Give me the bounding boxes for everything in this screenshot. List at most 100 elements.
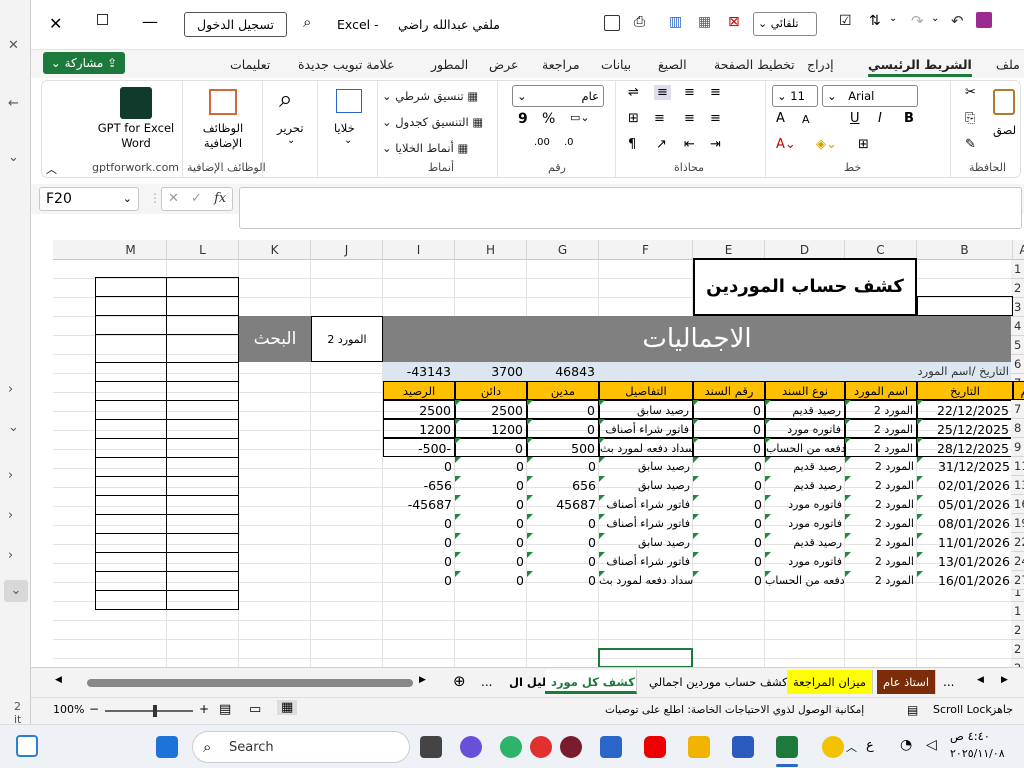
table-cell[interactable]: 31/12/2025: [917, 457, 1013, 476]
font-color-icon[interactable]: A⌄: [776, 137, 796, 152]
text-direction-icon[interactable]: ¶: [628, 137, 636, 152]
tab-insert[interactable]: إدراج: [807, 57, 834, 72]
row-header[interactable]: 22: [1011, 533, 1024, 552]
wifi-icon[interactable]: ◔: [900, 737, 912, 753]
table-cell[interactable]: 0: [693, 514, 765, 533]
undo-icon[interactable]: ↶: [951, 12, 964, 30]
column-header[interactable]: E: [693, 240, 765, 260]
clear-icon[interactable]: ⊠: [728, 14, 740, 30]
editing-label[interactable]: تحرير: [277, 121, 304, 135]
search-icon[interactable]: ⌕: [279, 85, 292, 113]
scroll-left-icon[interactable]: ◀: [55, 675, 62, 685]
table-cell[interactable]: 16/01/2026: [917, 571, 1013, 590]
table-cell[interactable]: 0: [527, 571, 599, 590]
side-table-cell[interactable]: [166, 476, 239, 496]
chevron-right-icon[interactable]: ›: [8, 508, 13, 523]
tab-sheet-trial-balance[interactable]: ميزان المراجعة: [787, 670, 873, 694]
side-table-cell[interactable]: [95, 277, 167, 297]
fx-icon[interactable]: fx: [214, 191, 226, 206]
edge-icon[interactable]: [500, 736, 522, 758]
side-table-cell[interactable]: [166, 457, 239, 477]
table-cell[interactable]: المورد 2: [845, 514, 917, 533]
table-cell[interactable]: 11/01/2026: [917, 533, 1013, 552]
table-cell[interactable]: المورد 2: [845, 438, 917, 457]
number-format-select[interactable]: ⌄ عام: [512, 85, 604, 107]
copy-icon[interactable]: ⎘: [965, 111, 975, 126]
add-sheet-icon[interactable]: ⊕: [453, 672, 466, 690]
table-cell[interactable]: 0: [527, 457, 599, 476]
align-left-icon[interactable]: ≡: [710, 85, 721, 100]
table-cell[interactable]: المورد 2: [845, 533, 917, 552]
column-header[interactable]: K: [239, 240, 311, 260]
font-name-select[interactable]: ⌄ Arial: [822, 85, 918, 107]
column-header[interactable]: L: [167, 240, 239, 260]
accessibility-status[interactable]: إمكانية الوصول لذوي الاحتياجات الخاصة: ا…: [605, 704, 864, 716]
chevron-down-icon[interactable]: ⌄: [4, 580, 28, 602]
table-cell[interactable]: فاتوره مورد: [765, 495, 845, 514]
chevron-down-icon[interactable]: ⌄: [8, 420, 19, 435]
table-cell[interactable]: 0: [527, 533, 599, 552]
column-header[interactable]: A: [1013, 240, 1024, 260]
table-cell[interactable]: دفعه من الحساب: [765, 571, 845, 590]
format-as-table-button[interactable]: ⌄ التنسيق كجدول ▦: [382, 115, 483, 129]
table-cell[interactable]: فاتوره مورد: [765, 552, 845, 571]
taskbar-search[interactable]: ⌕ Search: [192, 731, 410, 763]
table-cell[interactable]: 656: [527, 476, 599, 495]
chart-icon[interactable]: ▥: [669, 14, 682, 30]
side-table-cell[interactable]: [166, 315, 239, 363]
side-table-cell[interactable]: [166, 381, 239, 401]
chat-icon[interactable]: [460, 736, 482, 758]
minimize-icon[interactable]: —: [142, 12, 158, 31]
table-cell[interactable]: دفعه من الحساب: [765, 438, 845, 457]
table-cell[interactable]: 13/01/2026: [917, 552, 1013, 571]
table-cell[interactable]: فاتور شراء أصناف: [599, 419, 693, 438]
zoom-level[interactable]: 100%: [53, 703, 84, 716]
word-icon[interactable]: [732, 736, 754, 758]
font-grow-button[interactable]: A: [776, 111, 785, 126]
window-icon[interactable]: [604, 15, 620, 31]
gpt-button-label[interactable]: GPT for Excel Word: [90, 121, 182, 151]
table-icon[interactable]: ▦: [698, 14, 711, 30]
side-table-cell[interactable]: [95, 315, 167, 363]
table-cell[interactable]: 0: [455, 438, 527, 457]
clock-date[interactable]: ٢٠٢٥/١١/٠٨: [950, 747, 1005, 760]
table-cell[interactable]: 0: [455, 552, 527, 571]
column-header[interactable]: F: [599, 240, 693, 260]
table-cell[interactable]: فاتوره مورد: [765, 514, 845, 533]
side-table-cell[interactable]: [95, 495, 167, 515]
cells-icon[interactable]: [336, 89, 362, 113]
chevron-down-icon[interactable]: ⌄: [931, 13, 939, 24]
table-cell[interactable]: 0: [527, 419, 599, 438]
file-explorer-icon[interactable]: [688, 736, 710, 758]
page-break-view-icon[interactable]: ▤: [219, 702, 231, 717]
wrap-text-icon[interactable]: ⇌: [628, 85, 639, 100]
next-sheet-icon[interactable]: ▶: [1001, 675, 1008, 685]
row-header[interactable]: 2: [1011, 640, 1024, 659]
table-cell[interactable]: 0: [693, 571, 765, 590]
tab-view[interactable]: عرض: [489, 57, 518, 72]
table-cell[interactable]: 500: [527, 438, 599, 457]
side-table-cell[interactable]: [95, 419, 167, 439]
youtube-icon[interactable]: [644, 736, 666, 758]
chrome-icon[interactable]: [530, 736, 552, 758]
table-cell[interactable]: -656: [383, 476, 455, 495]
table-cell[interactable]: 0: [527, 552, 599, 571]
chevron-down-icon[interactable]: ⌄: [344, 135, 352, 146]
table-cell[interactable]: 0: [693, 419, 765, 438]
table-cell[interactable]: المورد 2: [845, 571, 917, 590]
table-cell[interactable]: 0: [455, 476, 527, 495]
borders-icon[interactable]: ⊞: [858, 137, 869, 152]
share-button[interactable]: ⌄ مشاركة ⇪: [43, 52, 125, 74]
tab-home[interactable]: الشريط الرئيسي: [868, 57, 972, 77]
save-icon[interactable]: [976, 12, 992, 28]
row-header[interactable]: 7: [1011, 400, 1024, 419]
row-header[interactable]: 16: [1011, 495, 1024, 514]
side-table-cell[interactable]: [166, 571, 239, 591]
autosave-select[interactable]: ⌄ تلقائي: [753, 12, 817, 36]
table-cell[interactable]: رصيد سابق: [599, 533, 693, 552]
redo-icon[interactable]: ↷: [911, 12, 924, 30]
table-cell[interactable]: 05/01/2026: [917, 495, 1013, 514]
table-cell[interactable]: 0: [693, 533, 765, 552]
cancel-icon[interactable]: ✕: [168, 191, 179, 206]
sign-in-button[interactable]: تسجيل الدخول: [184, 12, 287, 37]
